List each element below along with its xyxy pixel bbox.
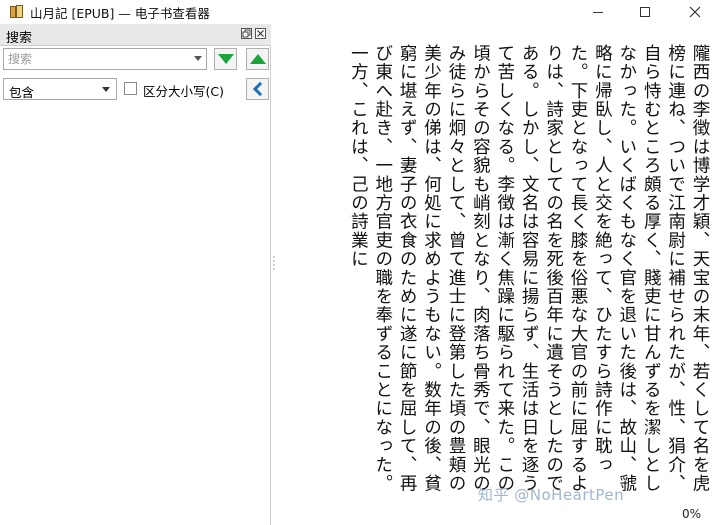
float-panel-button[interactable] — [241, 28, 252, 39]
search-results-list[interactable] — [1, 104, 269, 522]
collapse-panel-button[interactable] — [246, 78, 269, 100]
chevron-down-icon — [102, 87, 110, 92]
book-text: 隴西の李徴は博学才穎、天宝の末年、若くして名を虎榜に連ね、ついで江南尉に補せられ… — [348, 44, 710, 493]
search-panel-header: 搜索 — [0, 24, 271, 46]
minimize-button[interactable] — [575, 0, 621, 24]
window-title: 山月記 [EPUB] — 电子书查看器 — [30, 5, 210, 21]
case-sensitive-label[interactable]: 区分大小写(C) — [143, 81, 224, 100]
chevron-left-icon — [252, 81, 267, 97]
match-mode-select[interactable]: 包含 — [3, 78, 117, 100]
maximize-button[interactable] — [622, 0, 668, 24]
book-icon — [10, 5, 24, 19]
close-button[interactable] — [672, 0, 718, 24]
find-previous-button[interactable] — [246, 48, 269, 70]
book-content-area[interactable]: 隴西の李徴は博学才穎、天宝の末年、若くして名を虎榜に連ね、ついで江南尉に補せられ… — [290, 38, 720, 498]
arrow-down-icon — [217, 54, 234, 64]
minimize-icon — [593, 11, 603, 13]
search-panel: 搜索 包含 区分大小写(C) — [0, 24, 271, 525]
maximize-icon — [640, 7, 650, 17]
search-input[interactable] — [4, 49, 186, 69]
find-next-button[interactable] — [214, 48, 237, 70]
search-box[interactable] — [3, 48, 207, 70]
case-sensitive-checkbox[interactable] — [124, 82, 137, 95]
search-panel-title: 搜索 — [6, 31, 33, 46]
close-icon — [689, 6, 701, 18]
reading-progress: 0% — [682, 507, 702, 521]
match-mode-value: 包含 — [9, 85, 35, 100]
arrow-up-icon — [249, 54, 266, 64]
watermark: 知乎 @NoHeartPen — [478, 486, 625, 504]
chevron-down-icon[interactable] — [194, 56, 202, 61]
close-icon — [257, 30, 264, 37]
splitter-handle[interactable] — [273, 255, 275, 271]
float-icon — [242, 29, 251, 38]
close-panel-button[interactable] — [255, 28, 266, 39]
